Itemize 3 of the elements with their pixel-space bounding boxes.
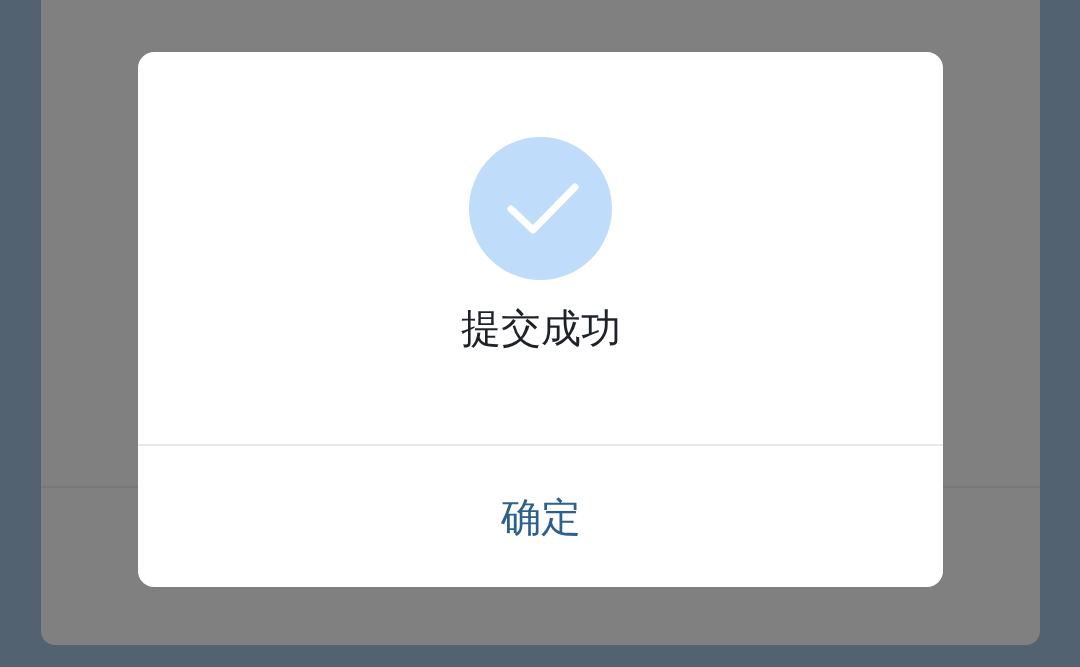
confirm-button[interactable]: 确定	[138, 446, 943, 587]
dialog-message: 提交成功	[460, 305, 621, 352]
checkmark-icon	[469, 137, 612, 280]
